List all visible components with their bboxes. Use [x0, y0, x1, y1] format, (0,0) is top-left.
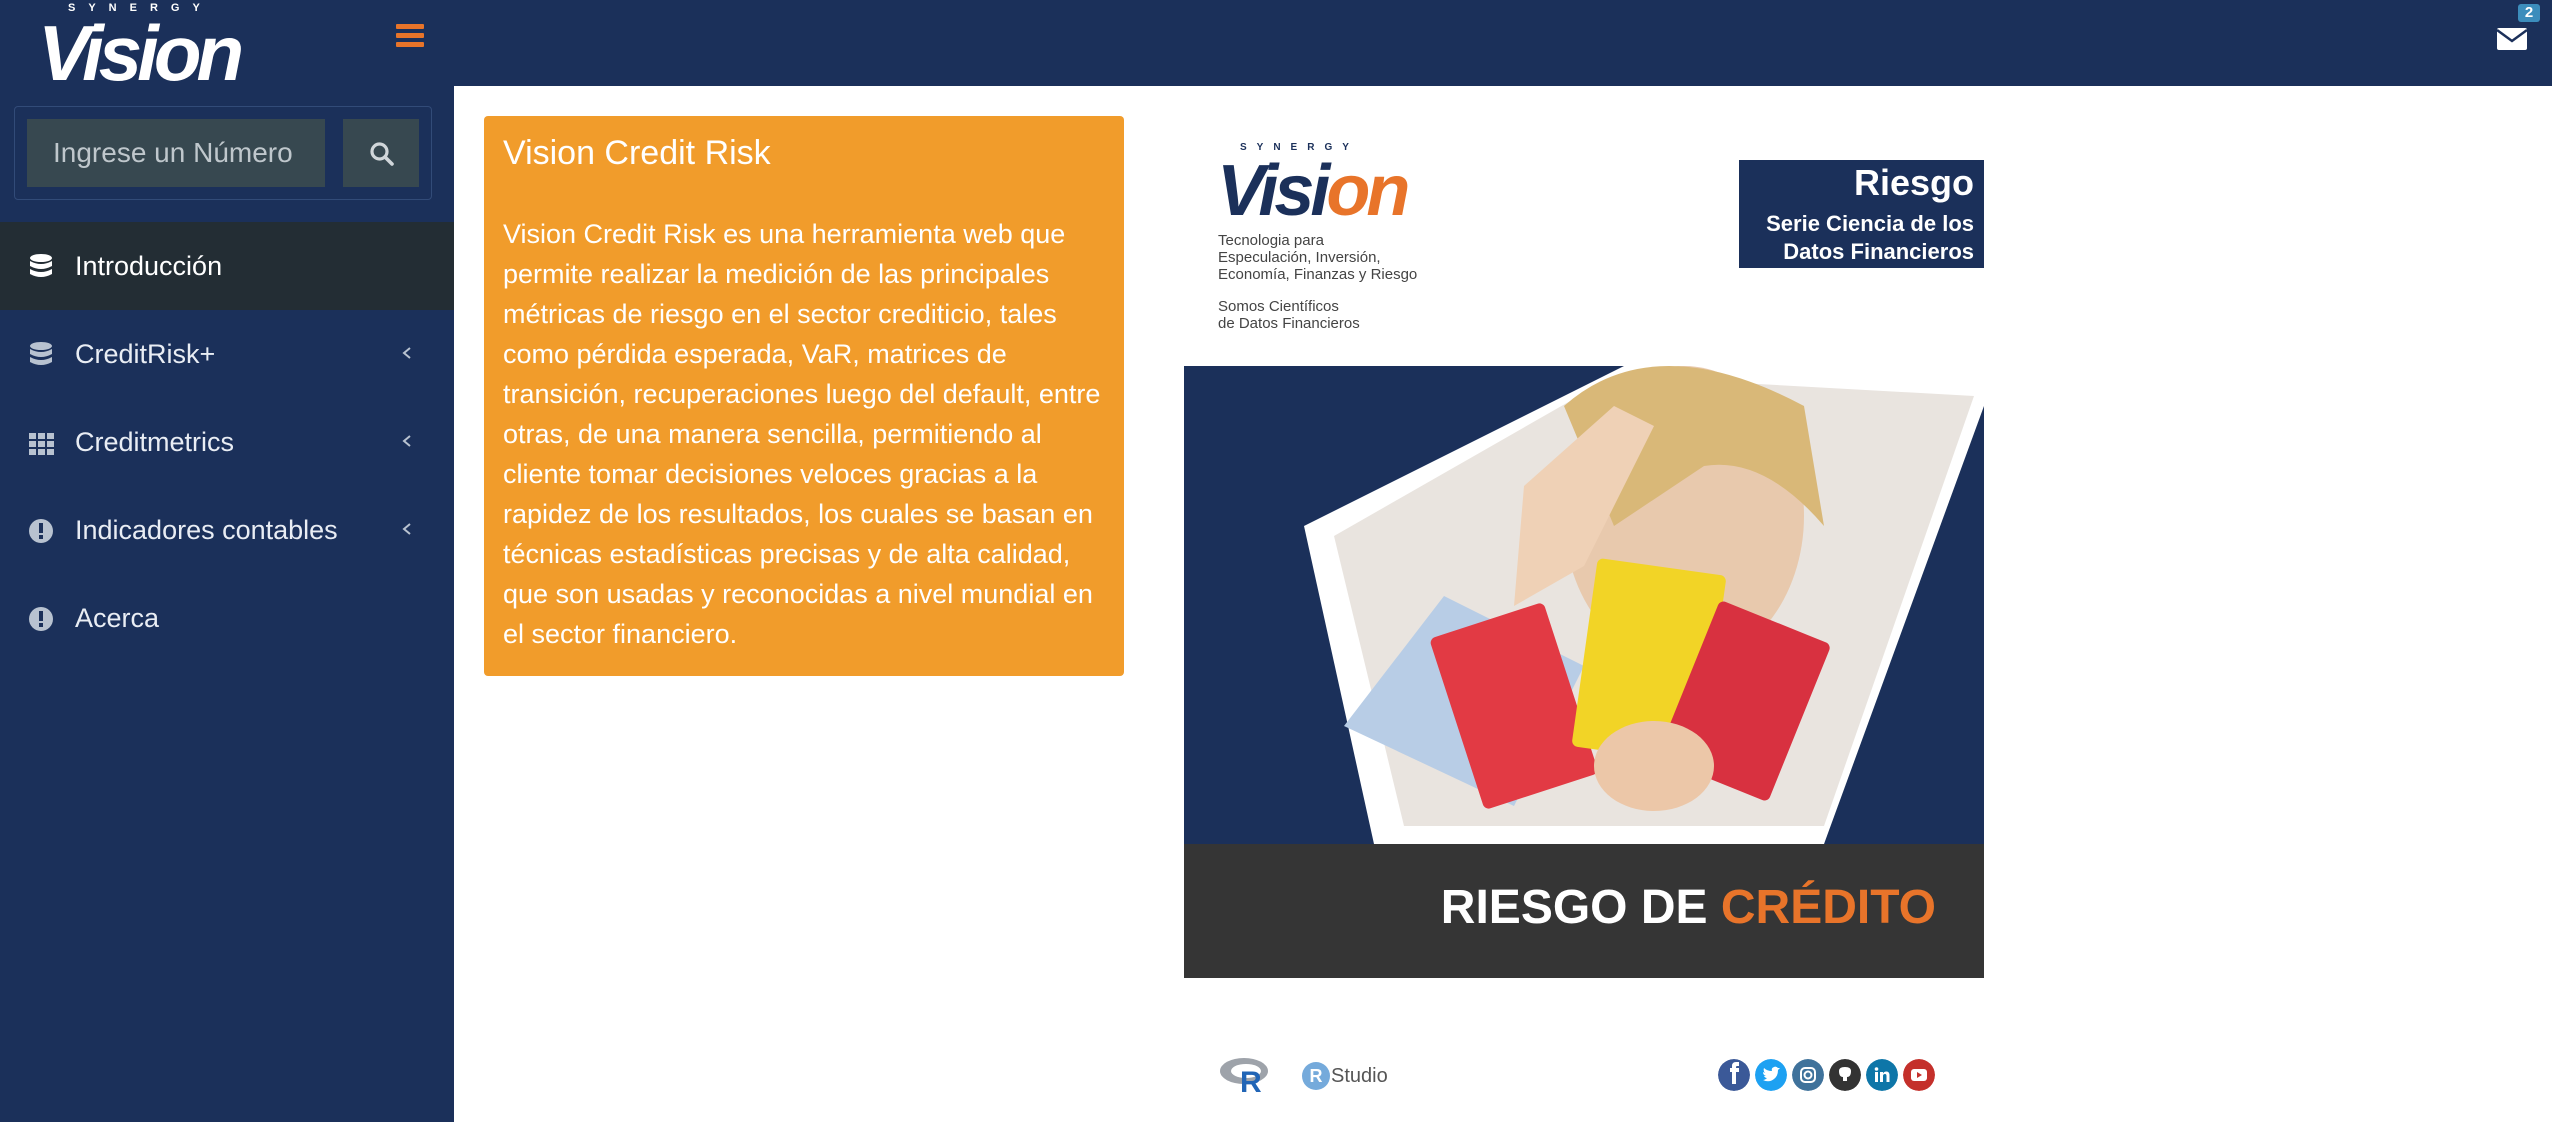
sidebar-item-label: CreditRisk+: [75, 339, 216, 369]
r-logo-icon: R: [1220, 1058, 1268, 1094]
grid-icon: [29, 433, 54, 455]
sidebar-item-indicadores-contables[interactable]: Indicadores contables: [0, 486, 454, 574]
sidebar-item-label: Creditmetrics: [75, 427, 235, 457]
sidebar-item-creditmetrics[interactable]: Creditmetrics: [0, 398, 454, 486]
poster-banner-text: RIESGO DE CRÉDITO: [1441, 880, 1936, 935]
poster-tagline-line: Somos Científicos: [1218, 298, 1339, 315]
chevron-left-icon: [402, 347, 411, 359]
sidebar-menu: Introducción CreditRisk+ Creditmetrics I…: [0, 222, 454, 662]
notification-badge: 2: [2518, 4, 2540, 22]
poster-banner-part-b: CRÉDITO: [1720, 881, 1936, 934]
top-navbar: SYNERGY Vision 2: [0, 0, 2552, 92]
sidebar-item-introduccion[interactable]: Introducción: [0, 222, 454, 310]
github-icon[interactable]: [1829, 1059, 1861, 1091]
poster-logo-part-b: on: [1326, 151, 1410, 231]
sidebar-toggle-icon[interactable]: [396, 24, 424, 48]
rstudio-label: Studio: [1331, 1064, 1388, 1087]
poster-logo: Vision: [1217, 150, 1410, 232]
credit-risk-poster: SYNERGY Vision Tecnologia para Especulac…: [1184, 128, 1984, 978]
database-icon: [30, 342, 52, 365]
sidebar-search-form: [14, 106, 432, 200]
poster-tagline-line: Especulación, Inversión,: [1218, 249, 1381, 266]
sidebar-item-label: Indicadores contables: [75, 515, 338, 545]
envelope-icon[interactable]: [2496, 22, 2528, 52]
search-input[interactable]: [27, 119, 325, 187]
chevron-left-icon: [402, 523, 411, 535]
rstudio-logo: R Studio: [1302, 1062, 1388, 1090]
sidebar-item-acerca[interactable]: Acerca: [0, 574, 454, 662]
poster-banner: RIESGO DE CRÉDITO: [1184, 844, 1984, 978]
poster-tagline: Tecnologia para Especulación, Inversión,…: [1218, 232, 1417, 283]
intro-info-box: Vision Credit Risk Vision Credit Risk es…: [484, 116, 1124, 676]
poster-tagline-line: de Datos Financieros: [1218, 315, 1360, 332]
sidebar-item-label: Acerca: [75, 603, 160, 633]
youtube-icon[interactable]: [1903, 1059, 1935, 1091]
poster-photo: [1184, 366, 1984, 844]
linkedin-icon[interactable]: [1866, 1059, 1898, 1091]
poster-badge-title: Riesgo: [1853, 162, 1974, 203]
brand-logo-name: Vision: [38, 9, 244, 97]
facebook-icon[interactable]: [1718, 1059, 1750, 1091]
poster-header: SYNERGY Vision Tecnologia para Especulac…: [1184, 128, 1984, 366]
exclamation-circle-icon: [29, 607, 53, 631]
info-box-body: Vision Credit Risk es una herramienta we…: [503, 219, 1101, 649]
r-logo-letter: R: [1240, 1066, 1262, 1094]
brand-logo[interactable]: SYNERGY Vision: [38, 2, 278, 92]
poster-banner-part-a: RIESGO DE: [1440, 881, 1721, 934]
search-button[interactable]: [343, 119, 419, 187]
sidebar: Introducción CreditRisk+ Creditmetrics: [0, 86, 454, 1122]
poster-badge-subtitle: Serie Ciencia de los Datos Financieros: [1766, 210, 1974, 266]
database-icon: [30, 254, 52, 277]
poster-photo-illustration: [1304, 366, 1984, 844]
rstudio-circle-icon: R: [1302, 1062, 1330, 1090]
exclamation-circle-icon: [29, 519, 53, 543]
poster-badge-line: Datos Financieros: [1783, 239, 1974, 264]
instagram-icon[interactable]: [1792, 1059, 1824, 1091]
sidebar-item-creditrisk[interactable]: CreditRisk+: [0, 310, 454, 398]
twitter-icon[interactable]: [1755, 1059, 1787, 1091]
poster-logo-part-a: Visi: [1217, 151, 1330, 231]
sidebar-item-label: Introducción: [75, 251, 223, 281]
poster-tagline-line: Economía, Finanzas y Riesgo: [1218, 266, 1418, 283]
poster-tagline-secondary: Somos Científicos de Datos Financieros: [1218, 298, 1360, 332]
poster-tagline-line: Tecnologia para: [1218, 232, 1324, 249]
search-icon: [370, 142, 394, 166]
info-box-title: Vision Credit Risk: [503, 134, 771, 172]
chevron-left-icon: [402, 435, 411, 447]
poster-badge-line: Serie Ciencia de los: [1766, 211, 1974, 236]
poster-series-badge: Riesgo Serie Ciencia de los Datos Financ…: [1739, 160, 1984, 268]
